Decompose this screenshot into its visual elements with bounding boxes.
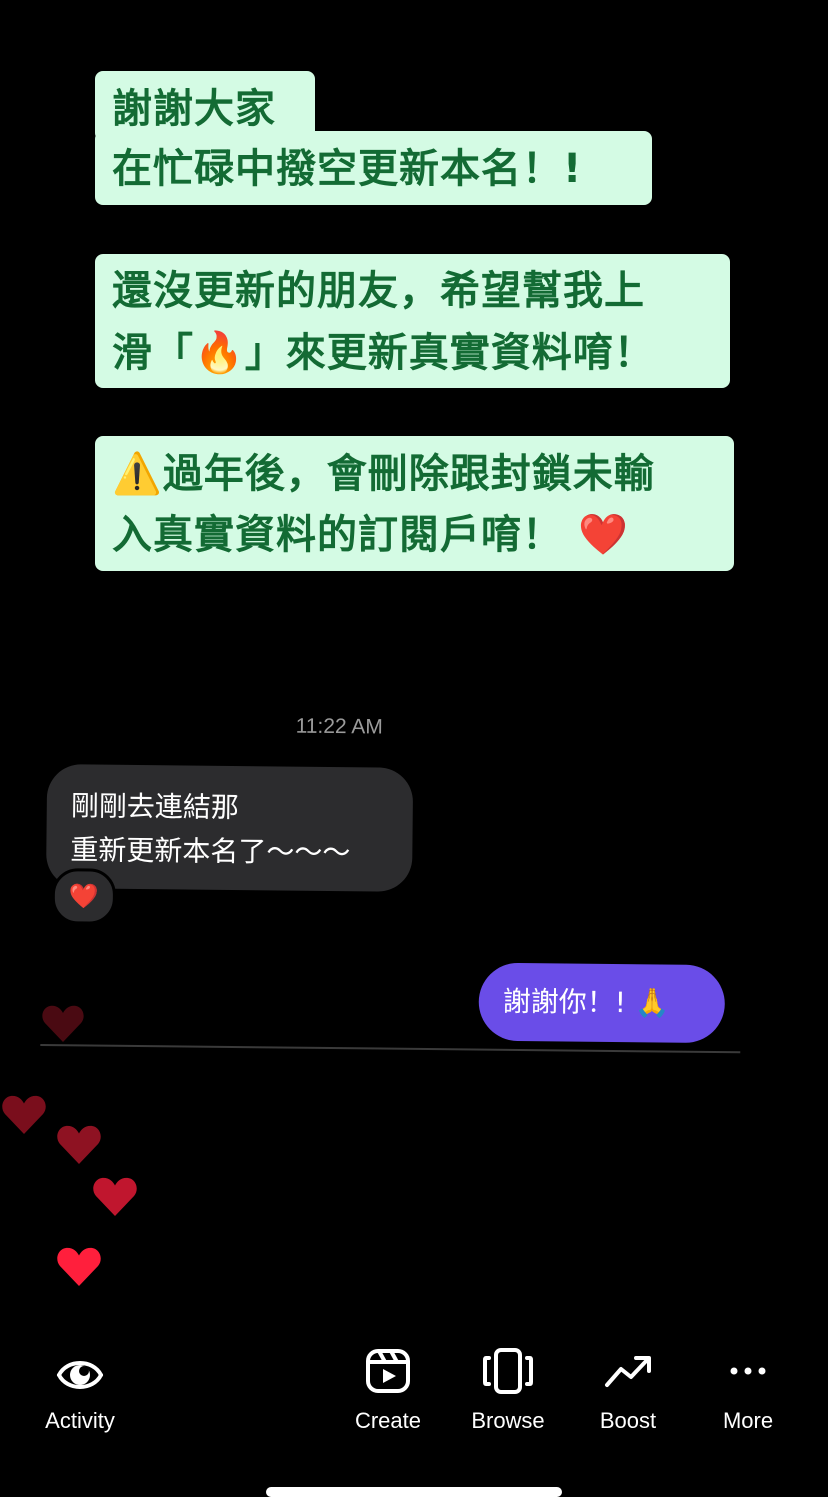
eye-icon — [57, 1361, 103, 1389]
create-label: Create — [354, 1408, 422, 1433]
browse-icon — [483, 1348, 533, 1394]
heart-reaction-icon: ❤️ — [51, 868, 117, 925]
home-indicator[interactable] — [266, 1487, 562, 1497]
outgoing-message-text: 謝謝你！! 🙏 — [502, 984, 670, 1020]
chat-screenshot: 11:22 AM 剛剛去連結那 重新更新本名了～～～ ❤️ 謝謝你！! 🙏 — [40, 692, 744, 1062]
floating-heart-icon — [42, 1005, 84, 1042]
warning-icon: ⚠️ — [112, 451, 163, 497]
story-text-line: 滑「🔥」來更新真實資料唷！ — [112, 330, 655, 376]
story-text-line: 入真實資料的訂閱戶唷！ ❤️ — [112, 512, 629, 558]
activity-button[interactable]: Activity — [20, 1340, 140, 1434]
more-dots-icon — [730, 1367, 766, 1375]
trending-up-icon — [605, 1356, 651, 1387]
floating-heart-icon — [93, 1177, 137, 1216]
message-timestamp: 11:22 AM — [295, 714, 383, 739]
more-button[interactable]: More — [688, 1340, 808, 1434]
browse-label: Browse — [471, 1408, 545, 1433]
browse-button[interactable]: Browse — [448, 1340, 568, 1434]
boost-button[interactable]: Boost — [568, 1340, 688, 1434]
outgoing-message-bubble: 謝謝你！! 🙏 — [478, 962, 726, 1044]
floating-heart-icon — [57, 1247, 101, 1286]
story-text-line: ⚠️過年後，會刪除跟封鎖未輸 — [112, 451, 655, 497]
story-text-line: 還沒更新的朋友，希望幫我上 — [112, 268, 645, 314]
story-text-line: 謝謝大家 — [112, 86, 276, 132]
reels-icon — [366, 1349, 410, 1393]
fire-icon: 🔥 — [194, 330, 245, 376]
floating-heart-icon — [57, 1125, 101, 1164]
boost-label: Boost — [599, 1408, 657, 1433]
activity-label: Activity — [45, 1408, 115, 1433]
floating-heart-icon — [2, 1095, 46, 1134]
incoming-message-text: 剛剛去連結那 重新更新本名了～～～ — [70, 789, 351, 870]
heart-icon: ❤️ — [577, 512, 629, 558]
more-label: More — [722, 1408, 774, 1433]
divider — [40, 1043, 741, 1054]
create-button[interactable]: Create — [328, 1340, 448, 1434]
story-text-line: 在忙碌中撥空更新本名！! — [112, 146, 583, 192]
